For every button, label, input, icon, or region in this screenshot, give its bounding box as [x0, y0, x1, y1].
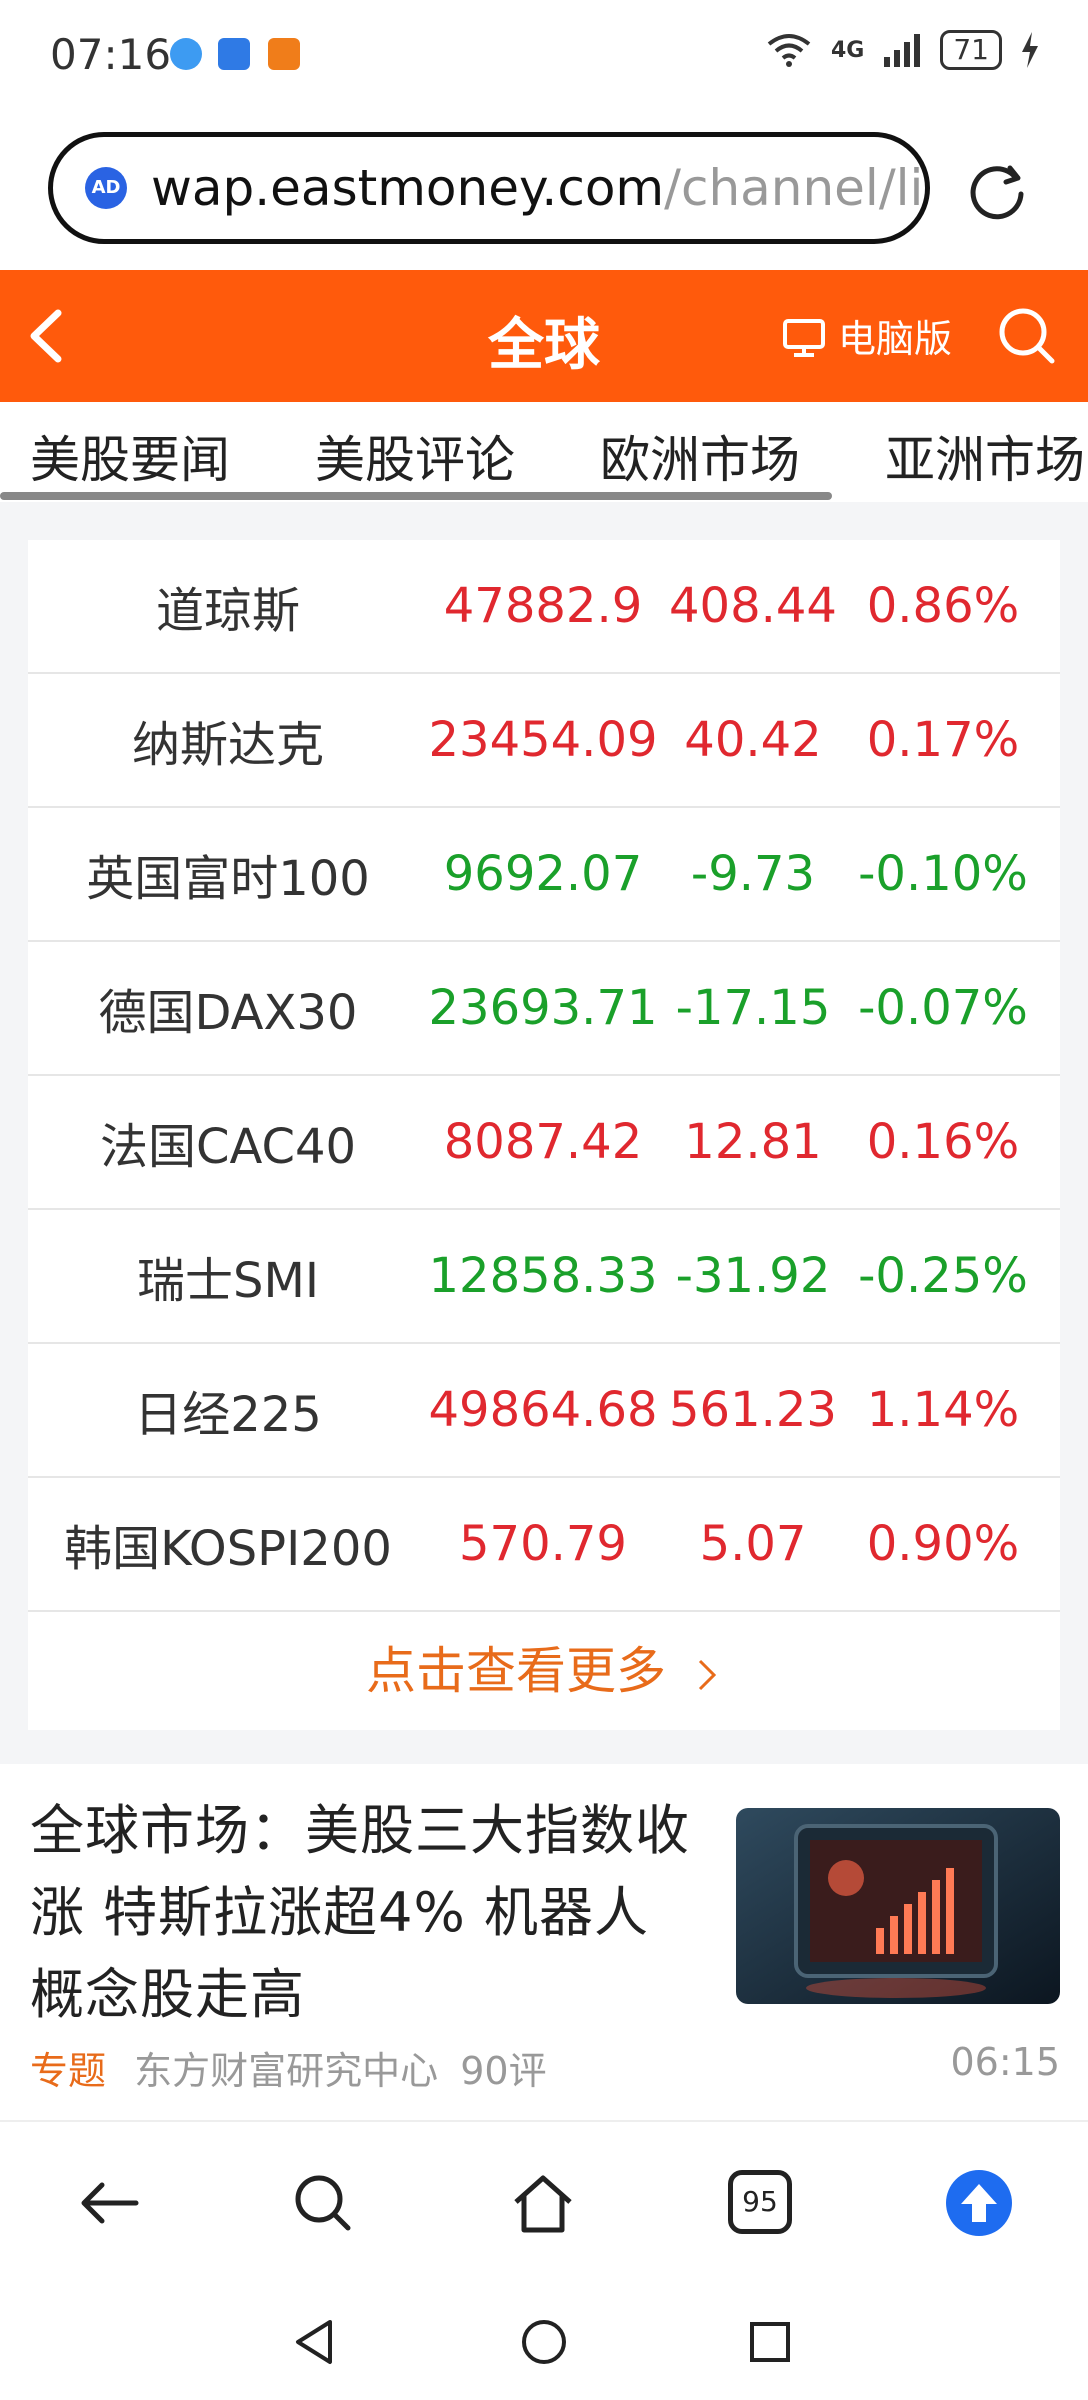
index-row[interactable]: 纳斯达克 23454.09 40.42 0.17%: [28, 674, 1060, 808]
tab-asia-market[interactable]: 亚洲市场: [885, 420, 1085, 492]
index-change: 408.44: [669, 578, 837, 634]
index-price: 9692.07: [443, 846, 643, 902]
index-name: 德国DAX30: [98, 985, 358, 1041]
index-change: 5.07: [699, 1516, 807, 1572]
address-bar[interactable]: AD wap.eastmoney.com/channel/lis: [48, 132, 930, 244]
index-row[interactable]: 法国CAC40 8087.42 12.81 0.16%: [28, 1076, 1060, 1210]
index-price: 49864.68: [428, 1382, 658, 1438]
nav-back-icon[interactable]: [290, 2316, 342, 2368]
news-title[interactable]: 全球市场：美股三大指数收涨 特斯拉涨超4% 机器人概念股走高: [30, 1790, 700, 2036]
tab-europe-market[interactable]: 欧洲市场: [600, 420, 800, 492]
network-type: 4G: [830, 37, 865, 63]
signal-icon: [884, 34, 921, 67]
news-app-icon: [268, 38, 300, 70]
index-row[interactable]: 瑞士SMI 12858.33 -31.92 -0.25%: [28, 1210, 1060, 1344]
index-percent: 0.17%: [866, 712, 1020, 768]
ad-badge-icon: AD: [85, 167, 127, 209]
url-text: wap.eastmoney.com/channel/lis: [151, 159, 930, 217]
index-percent: -0.07%: [858, 980, 1028, 1036]
index-name: 日经225: [134, 1387, 322, 1443]
index-name: 法国CAC40: [99, 1119, 357, 1175]
index-name: 韩国KOSPI200: [64, 1521, 392, 1577]
wifi-icon: [767, 34, 811, 67]
index-row[interactable]: 韩国KOSPI200 570.79 5.07 0.90%: [28, 1478, 1060, 1612]
index-row[interactable]: 英国富时100 9692.07 -9.73 -0.10%: [28, 808, 1060, 942]
news-meta: 专题 东方财富研究中心 90评: [30, 2040, 547, 2095]
index-percent: -0.25%: [858, 1248, 1028, 1304]
nav-recents-icon[interactable]: [744, 2316, 796, 2368]
desktop-version-link[interactable]: 电脑版: [838, 308, 952, 363]
view-more-link[interactable]: 点击查看更多: [28, 1612, 1060, 1730]
index-percent: 0.16%: [866, 1114, 1020, 1170]
index-percent: -0.10%: [858, 846, 1028, 902]
tab-us-stock-news[interactable]: 美股要闻: [30, 420, 230, 492]
index-price: 23454.09: [428, 712, 658, 768]
news-time: 06:15: [950, 2040, 1060, 2084]
index-change: -31.92: [675, 1248, 831, 1304]
status-indicators: 4G 71: [765, 30, 1040, 70]
index-row[interactable]: 日经225 49864.68 561.23 1.14%: [28, 1344, 1060, 1478]
charging-icon: [1022, 32, 1038, 68]
tabs-scroll-indicator: [0, 492, 832, 500]
index-change: 561.23: [669, 1382, 837, 1438]
app-notification-icon: [170, 38, 202, 70]
index-price: 12858.33: [428, 1248, 658, 1304]
search-icon[interactable]: [996, 305, 1056, 365]
index-percent: 0.90%: [866, 1516, 1020, 1572]
upload-arrow-icon[interactable]: [944, 2168, 1014, 2238]
index-row[interactable]: 德国DAX30 23693.71 -17.15 -0.07%: [28, 942, 1060, 1076]
back-arrow-icon[interactable]: [74, 2168, 144, 2238]
index-percent: 0.86%: [866, 578, 1020, 634]
tabs-count-icon[interactable]: 95: [728, 2170, 792, 2234]
news-source: 东方财富研究中心: [134, 2049, 439, 2093]
index-price: 8087.42: [443, 1114, 643, 1170]
chevron-right-icon: [698, 1659, 717, 1690]
nav-home-icon[interactable]: [518, 2316, 570, 2368]
index-price: 570.79: [459, 1516, 627, 1572]
search-icon[interactable]: [288, 2168, 358, 2238]
weather-app-icon: [218, 38, 250, 70]
news-comments: 90评: [460, 2049, 547, 2093]
url-path: /channel/lis: [664, 159, 930, 217]
index-table: 道琼斯 47882.9 408.44 0.86% 纳斯达克 23454.09 4…: [28, 540, 1060, 1730]
index-change: -17.15: [675, 980, 831, 1036]
index-name: 纳斯达克: [131, 717, 324, 773]
battery-indicator: 71: [940, 30, 1002, 70]
news-thumbnail[interactable]: [736, 1808, 1060, 2004]
index-row[interactable]: 道琼斯 47882.9 408.44 0.86%: [28, 540, 1060, 674]
index-price: 23693.71: [428, 980, 658, 1036]
view-more-label: 点击查看更多: [366, 1642, 667, 1700]
index-price: 47882.9: [443, 578, 643, 634]
index-change: 12.81: [684, 1114, 822, 1170]
news-tag[interactable]: 专题: [30, 2049, 106, 2093]
desktop-icon[interactable]: [782, 318, 826, 358]
index-name: 英国富时100: [86, 851, 370, 907]
index-name: 瑞士SMI: [136, 1253, 320, 1309]
index-name: 道琼斯: [155, 583, 300, 639]
index-change: 40.42: [684, 712, 822, 768]
index-change: -9.73: [690, 846, 816, 902]
status-time: 07:16: [50, 30, 172, 79]
index-percent: 1.14%: [866, 1382, 1020, 1438]
tab-us-stock-comments[interactable]: 美股评论: [315, 420, 515, 492]
tablet-chart-image: [736, 1808, 1060, 2004]
url-host: wap.eastmoney.com: [151, 159, 665, 217]
home-icon[interactable]: [508, 2168, 578, 2238]
reload-icon[interactable]: [966, 158, 1028, 220]
